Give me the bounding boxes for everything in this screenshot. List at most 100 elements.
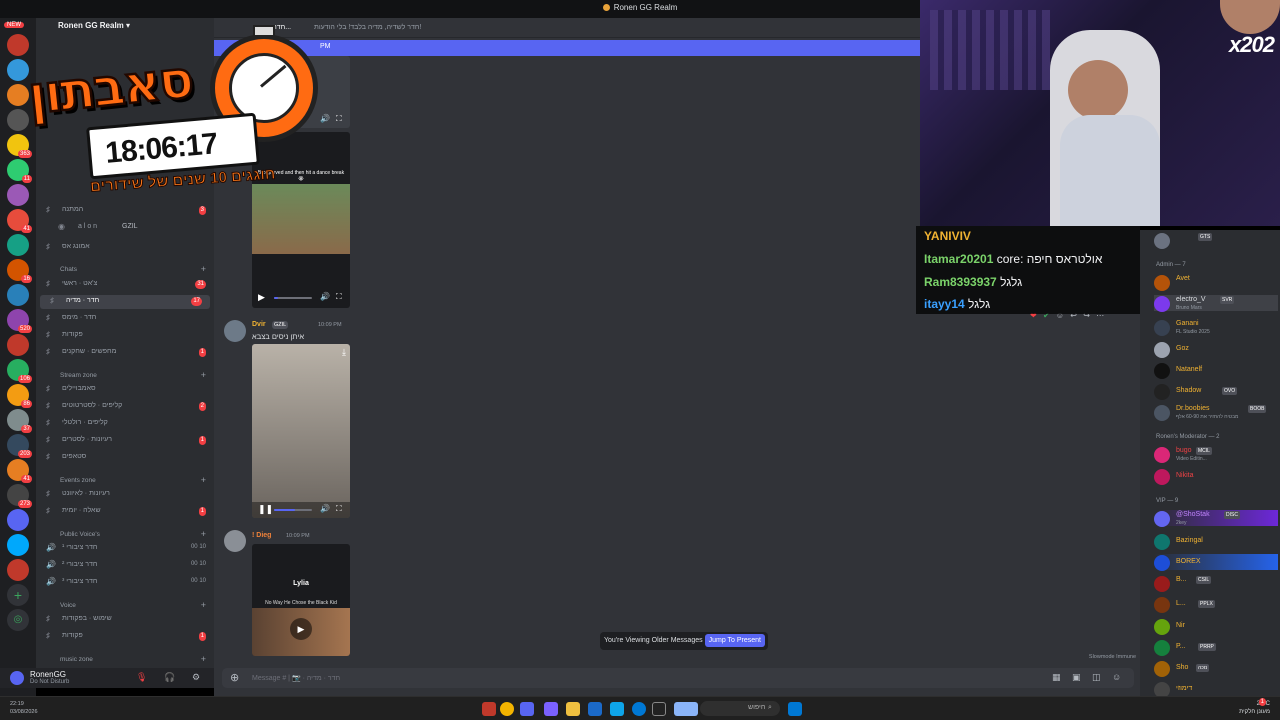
avatar[interactable] [10,671,24,685]
gift-icon[interactable]: ▦ [1052,672,1061,683]
member-item[interactable]: Natanelf [1154,362,1278,379]
server-icon[interactable] [7,559,29,581]
mute-icon[interactable]: 🎙 [136,672,147,683]
add-attachment-icon[interactable]: ⊕ [230,671,239,684]
channel-item[interactable]: ♯ שימוש · בפקודות [36,613,214,627]
member-item[interactable]: BOREX [1154,554,1278,571]
voice-channel-item[interactable]: 🔊 חדר ציבורי ¹ 00 10 [36,542,214,556]
server-icon[interactable]: 37 [7,409,32,433]
app-icon[interactable] [610,702,624,716]
channel-item-active[interactable]: ♯ חדר · מדיה 17 [40,295,210,309]
message-author[interactable]: Dvir [252,321,266,328]
message-composer[interactable]: ⊕ Message # | 📷 · חדר · מדיה ▦ ▣ ◫ ☺ [222,668,1134,688]
channel-item[interactable]: ♯ צ'אט · ראשי 31 [36,278,214,292]
channel-item[interactable]: ♯ אמונג אס [36,241,214,255]
member-item[interactable]: Ganani FL Studio 2025 [1154,319,1278,336]
steam-icon[interactable] [588,702,602,716]
category-events-zone[interactable]: Events zone + [36,475,214,487]
explore-icon[interactable]: ◎ [7,609,29,631]
channel-item[interactable]: ♯ סטאפים [36,451,214,465]
channel-item[interactable]: ♯ סאמבויילים [36,383,214,397]
pause-icon[interactable]: ❚❚ [258,504,273,515]
channel-item[interactable]: ♯ רעיונות · לאיוונט [36,488,214,502]
server-icon[interactable]: 203 [7,434,32,458]
member-item[interactable]: Nikita [1154,468,1278,485]
message-author[interactable]: ! Dieg [252,532,271,539]
member-item[interactable]: P... PRRP [1154,639,1278,656]
voice-member-item[interactable]: ◉ a l o n GZIL [36,221,214,235]
windows-start-icon[interactable] [788,702,802,716]
channel-item[interactable]: ♯ חדר · מימס [36,312,214,326]
voice-channel-item[interactable]: 🔊 חדר ציבורי ² 00 10 [36,559,214,573]
member-item[interactable]: Dr.boobies BOOB מבטיח להחזיר את 60-90 אלף [1154,404,1278,421]
category-public-voice[interactable]: Public Voice's + [36,529,214,541]
member-item[interactable]: Bazingal [1154,533,1278,550]
avatar[interactable] [224,530,246,552]
server-icon[interactable]: 16 [7,259,32,283]
add-server-icon[interactable]: + [7,584,29,606]
member-item[interactable]: Sho נזכה [1154,660,1278,677]
voice-channel-item[interactable]: 🔊 חדר ציבורי ³ 00 10 [36,576,214,590]
member-item[interactable]: Nir [1154,618,1278,635]
channel-item[interactable]: ♯ המתנה 3 [36,204,214,218]
fullscreen-icon[interactable]: ⛶ [336,504,342,514]
sticker-icon[interactable]: ◫ [1092,672,1101,683]
server-icon[interactable] [7,509,29,531]
edge-icon[interactable] [632,702,646,716]
member-item[interactable]: B... CSIL [1154,575,1278,592]
member-item[interactable]: bugo MCIL Video Editin... [1154,446,1278,463]
category-stream-zone[interactable]: Stream zone + [36,370,214,382]
category-voice[interactable]: Voice + [36,600,214,612]
channel-item[interactable]: ♯ קליפים · לסטרטוטים 2 [36,400,214,414]
avatar[interactable] [224,320,246,342]
server-icon[interactable] [7,234,29,256]
play-icon[interactable]: ▶ [290,618,312,640]
fullscreen-icon[interactable]: ⛶ [336,292,342,302]
server-icon[interactable]: 41 [7,459,32,483]
member-item[interactable]: Shadow OVO [1154,383,1278,400]
gear-icon[interactable]: ⚙ [192,672,200,683]
message-input[interactable]: Message # | 📷 · חדר · מדיה [252,674,340,682]
app-icon[interactable] [482,702,496,716]
app-icon[interactable] [652,702,666,716]
folder-icon[interactable] [566,702,580,716]
server-icon[interactable]: 41 [7,209,32,233]
channel-item[interactable]: ♯ מחפשים · שחקנים 1 [36,346,214,360]
gif-icon[interactable]: ▣ [1072,672,1081,683]
member-item[interactable]: דימוזי [1154,681,1278,696]
member-item[interactable]: GTS [1154,232,1278,249]
server-icon[interactable]: 106 [7,359,32,383]
play-icon[interactable]: ▶ [258,292,265,303]
member-item[interactable]: Avet [1154,274,1278,291]
server-icon[interactable]: 520 [7,309,32,333]
app-icon[interactable] [544,702,558,716]
discord-icon[interactable] [520,702,534,716]
app-icon[interactable] [674,702,698,716]
jump-to-present-button[interactable]: Jump To Present [704,634,765,647]
member-item[interactable]: Goz [1154,341,1278,358]
chrome-icon[interactable] [500,702,514,716]
fullscreen-icon[interactable]: ⛶ [336,114,342,124]
member-item[interactable]: electro_V SVR Bruno Mars [1154,295,1278,312]
volume-icon[interactable]: 🔊 [320,292,330,301]
server-icon[interactable] [7,284,29,306]
category-chats[interactable]: Chats + [36,264,214,276]
member-item[interactable]: @ShoStak DISC 2key [1154,510,1278,527]
taskbar-search[interactable]: חיפוש ⌕ [700,701,780,716]
download-icon[interactable]: ⤓ [342,347,346,358]
video-player[interactable]: Lylia No Way He Chose the Black Kid ▶ [252,544,350,656]
volume-icon[interactable]: 🔊 [320,504,330,513]
channel-item[interactable]: ♯ פקודות 1 [36,630,214,644]
channel-item[interactable]: ♯ רעיונות · לסטרים 1 [36,434,214,448]
server-icon[interactable]: 86 [7,384,32,408]
headphones-icon[interactable]: 🎧 [164,672,175,683]
member-item[interactable]: L... PPLX [1154,596,1278,613]
channel-item[interactable]: ♯ שאלה · יומית 1 [36,505,214,519]
video-player[interactable]: ⤓ ❚❚ 🔊 ⛶ [252,344,350,518]
server-icon[interactable] [7,534,29,556]
server-icon[interactable] [7,334,29,356]
category-music-zone[interactable]: music zone + [36,654,214,666]
server-icon[interactable]: 273 [7,484,32,508]
channel-item[interactable]: ♯ קליפים · רולטלי [36,417,214,431]
channel-item[interactable]: ♯ פקודות [36,329,214,343]
